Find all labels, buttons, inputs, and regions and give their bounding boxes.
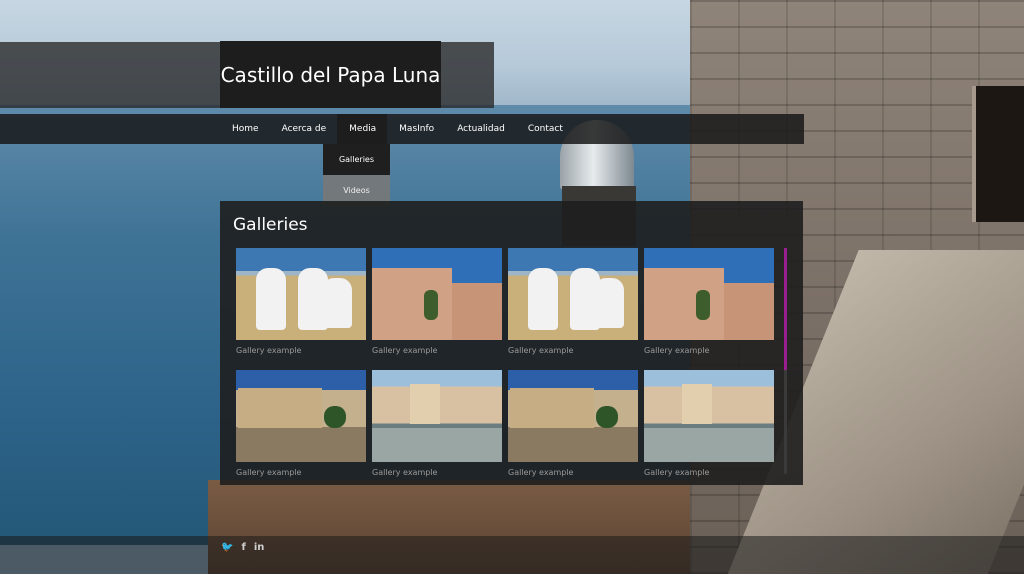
gallery-caption[interactable]: Gallery example xyxy=(644,346,774,355)
gallery-caption[interactable]: Gallery example xyxy=(644,468,774,477)
twitter-icon[interactable]: 🐦 xyxy=(221,542,233,553)
gallery-thumbnail[interactable] xyxy=(644,370,774,462)
dropdown-item-galleries[interactable]: Galleries xyxy=(323,144,390,175)
gallery-caption[interactable]: Gallery example xyxy=(372,346,502,355)
castle-window xyxy=(972,86,1024,222)
gallery-caption[interactable]: Gallery example xyxy=(508,346,638,355)
gallery-thumbnail[interactable] xyxy=(644,248,774,340)
gallery-caption[interactable]: Gallery example xyxy=(236,346,366,355)
nav-item-masinfo[interactable]: MasInfo xyxy=(387,114,445,144)
gallery-caption[interactable]: Gallery example xyxy=(372,468,502,477)
nav-item-actualidad[interactable]: Actualidad xyxy=(445,114,516,144)
gallery-caption[interactable]: Gallery example xyxy=(236,468,366,477)
gallery-thumbnail[interactable] xyxy=(236,248,366,340)
social-links: 🐦 f in xyxy=(221,542,264,553)
gallery-thumbnail[interactable] xyxy=(236,370,366,462)
site-title[interactable]: Castillo del Papa Luna xyxy=(220,41,441,108)
media-dropdown: Galleries Videos xyxy=(323,144,390,206)
nav-item-acerca-de[interactable]: Acerca de xyxy=(270,114,338,144)
galleries-panel: Galleries Gallery example Gallery exampl… xyxy=(220,201,803,485)
nav-item-media[interactable]: Media xyxy=(337,114,388,144)
gallery-thumbnail[interactable] xyxy=(508,248,638,340)
nav-item-home[interactable]: Home xyxy=(220,114,270,144)
scrollbar-thumb[interactable] xyxy=(784,248,787,370)
page-title: Galleries xyxy=(233,215,308,235)
main-nav: Home Acerca de Media MasInfo Actualidad … xyxy=(220,114,574,144)
gallery-thumbnail[interactable] xyxy=(372,248,502,340)
facebook-icon[interactable]: f xyxy=(241,542,245,553)
linkedin-icon[interactable]: in xyxy=(254,542,265,553)
gallery-caption[interactable]: Gallery example xyxy=(508,468,638,477)
footer-bar xyxy=(0,536,1024,574)
gallery-thumbnail[interactable] xyxy=(372,370,502,462)
nav-item-contact[interactable]: Contact xyxy=(516,114,574,144)
site-title-text: Castillo del Papa Luna xyxy=(220,62,441,87)
gallery-thumbnail[interactable] xyxy=(508,370,638,462)
